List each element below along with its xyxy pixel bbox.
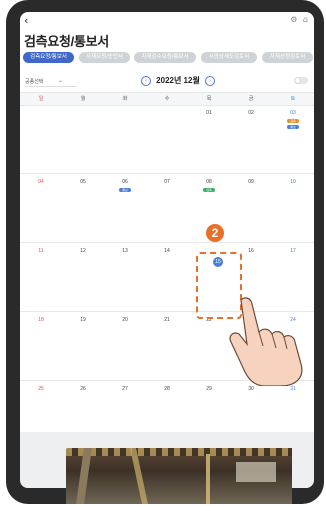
calendar-day[interactable]: 28 — [146, 386, 188, 392]
calendar-day[interactable]: 05 — [62, 179, 104, 185]
tab-construction-detail[interactable]: 시공상세도검토서 — [201, 52, 257, 63]
weekday-tue: 화 — [122, 96, 128, 102]
page-title: 검측요청/통보서 — [24, 34, 109, 49]
view-toggle[interactable] — [294, 77, 308, 84]
tab-bar: 검측요청/통보서 자재요청/승인서 자재검수요청/통보서 시공상세도검토서 자재… — [23, 52, 313, 64]
home-icon[interactable]: ⌂ — [303, 15, 308, 24]
calendar-day[interactable]: 09 — [230, 179, 272, 185]
calendar-day[interactable]: 06 — [104, 179, 146, 185]
calendar-day[interactable]: 27 — [104, 386, 146, 392]
event-badge[interactable]: 통보 — [119, 188, 131, 192]
weekday-fri: 금 — [248, 96, 254, 102]
calendar-day[interactable]: 29 — [188, 386, 230, 392]
weekday-thu: 목 — [206, 96, 212, 102]
weekday-sat: 토 — [290, 96, 296, 102]
tab-material-request[interactable]: 자재요청/승인서 — [79, 52, 130, 63]
calendar-day[interactable]: 03 — [272, 110, 314, 116]
top-icons: ⚙ ⌂ — [287, 15, 308, 24]
calendar-day[interactable]: 21 — [146, 317, 188, 323]
calendar-day[interactable]: 10 — [272, 179, 314, 185]
weekday-header: 일 월 화 수 목 금 토 — [20, 92, 314, 106]
calendar-day[interactable]: 31 — [272, 386, 314, 392]
calendar-day[interactable]: 18 — [20, 317, 62, 323]
back-button[interactable]: ‹ — [24, 14, 28, 27]
tab-material-inspection[interactable]: 자재검수요청/통보서 — [134, 52, 196, 63]
calendar-day[interactable]: 01 — [188, 110, 230, 116]
pointing-hand-icon — [229, 297, 303, 386]
calendar-day[interactable]: 07 — [146, 179, 188, 185]
calendar-week-2: 04 05 06 07 08 09 10 통보 검측 — [20, 174, 314, 243]
calendar-day[interactable]: 13 — [104, 248, 146, 254]
calendar-day[interactable]: 30 — [230, 386, 272, 392]
calendar-day[interactable]: 11 — [20, 248, 62, 254]
calendar-day[interactable]: 20 — [104, 317, 146, 323]
settings-icon[interactable]: ⚙ — [290, 15, 297, 24]
tab-material-selection[interactable]: 자재선정검토서 — [262, 52, 313, 63]
calendar-day[interactable]: 26 — [62, 386, 104, 392]
tab-inspection-request[interactable]: 검측요청/통보서 — [23, 52, 74, 63]
calendar-day[interactable]: 08 — [188, 179, 230, 185]
calendar-day[interactable]: 17 — [272, 248, 314, 254]
event-badge[interactable]: 검측 — [287, 119, 299, 123]
weekday-sun: 일 — [38, 96, 44, 102]
chevron-down-icon[interactable]: ⌄ — [58, 77, 63, 84]
calendar-day[interactable]: 04 — [20, 179, 62, 185]
top-bar: ‹ ⚙ ⌂ — [20, 12, 314, 30]
calendar-week-1: 01 02 03 검측 통보 — [20, 105, 314, 174]
select-underline — [25, 86, 77, 87]
calendar-day[interactable]: 12 — [62, 248, 104, 254]
calendar-day[interactable]: 14 — [146, 248, 188, 254]
weekday-mon: 월 — [80, 96, 86, 102]
step-number-badge: 2 — [206, 224, 224, 242]
calendar-day[interactable]: 19 — [62, 317, 104, 323]
weekday-wed: 수 — [164, 96, 170, 102]
next-month-button[interactable]: › — [205, 76, 215, 86]
month-label: 2022년 12월 — [156, 76, 200, 85]
calendar-day[interactable]: 25 — [20, 386, 62, 392]
app-screen: ‹ ⚙ ⌂ 검측요청/통보서 검측요청/통보서 자재요청/승인서 자재검수요청/… — [20, 12, 314, 488]
tablet-frame: ‹ ⚙ ⌂ 검측요청/통보서 검측요청/통보서 자재요청/승인서 자재검수요청/… — [6, 0, 324, 504]
event-badge[interactable]: 통보 — [287, 125, 299, 129]
event-badge[interactable]: 검측 — [203, 188, 215, 192]
calendar-day[interactable]: 02 — [230, 110, 272, 116]
construction-photo — [66, 448, 292, 504]
work-type-select[interactable]: 공종선택 — [25, 78, 43, 85]
